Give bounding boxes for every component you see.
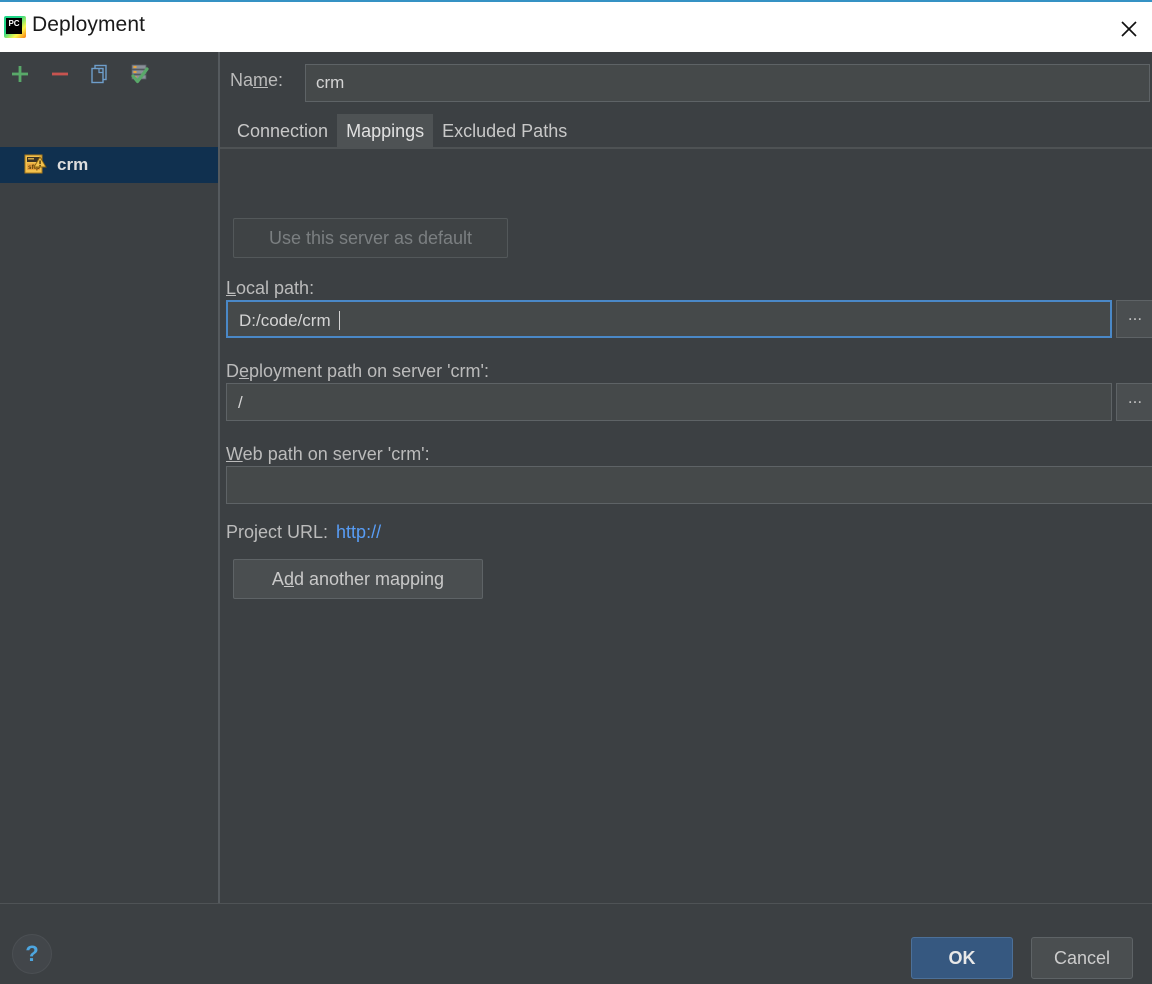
project-url-label: Project URL: — [226, 522, 329, 542]
use-this-server-as-default-button[interactable]: Use this server as default — [233, 218, 508, 258]
local-path-value: D:/code/crm — [239, 311, 331, 330]
close-icon[interactable] — [1106, 4, 1152, 54]
sftp-server-icon: sftp — [24, 154, 48, 176]
deployment-path-browse-button[interactable]: ... — [1116, 383, 1152, 421]
set-default-server-button[interactable] — [120, 56, 160, 92]
server-list: sftp crm — [0, 147, 218, 183]
server-settings-panel: Name: Connection Mappings Excluded Paths… — [220, 52, 1152, 903]
tab-excluded-paths[interactable]: Excluded Paths — [433, 114, 577, 147]
web-path-input[interactable] — [226, 466, 1152, 504]
name-input[interactable] — [305, 64, 1150, 102]
copy-server-button[interactable] — [80, 56, 120, 92]
name-row: Name: — [220, 64, 1152, 102]
local-path-browse-button[interactable]: ... — [1116, 300, 1152, 338]
title-bar: PC Deployment — [0, 0, 1152, 52]
dialog-body: sftp crm Name: Connection M — [0, 52, 1152, 903]
local-path-input[interactable]: D:/code/crm — [226, 300, 1112, 338]
settings-tabs: Connection Mappings Excluded Paths — [228, 114, 577, 147]
plus-icon — [12, 65, 28, 82]
add-another-mapping-button[interactable]: Add another mapping — [233, 559, 483, 599]
server-sidebar: sftp crm — [0, 52, 218, 903]
web-path-label: Web path on server 'crm': — [226, 444, 430, 464]
project-url-row: Project URL: http:// — [226, 522, 381, 543]
server-list-item-label: crm — [57, 155, 89, 174]
deployment-path-input[interactable]: / — [226, 383, 1112, 421]
help-button[interactable]: ? — [12, 934, 52, 974]
deployment-dialog: PC Deployment sftp crm Name: crm Connect… — [0, 0, 1152, 984]
add-server-button[interactable] — [0, 56, 40, 92]
local-path-label: Local path: — [226, 278, 315, 298]
tab-mappings[interactable]: Mappings — [337, 114, 434, 147]
minus-icon — [52, 72, 68, 75]
sidebar-toolbar — [0, 52, 218, 95]
name-label: Name: — [230, 70, 284, 90]
tab-connection[interactable]: Connection — [228, 114, 338, 147]
copy-icon — [91, 64, 107, 83]
text-caret — [339, 311, 340, 330]
dialog-footer: ? OK Cancel — [0, 904, 1152, 984]
cancel-button[interactable]: Cancel — [1031, 937, 1133, 979]
server-check-icon — [131, 64, 149, 83]
remove-server-button[interactable] — [40, 56, 80, 92]
ok-button[interactable]: OK — [911, 937, 1013, 979]
pycharm-icon: PC — [4, 16, 26, 38]
window-title: Deployment — [32, 13, 146, 36]
mappings-tab-content: Use this server as default Local path: D… — [220, 149, 1152, 903]
server-list-item-crm[interactable]: sftp crm — [0, 147, 218, 183]
project-url-link[interactable]: http:// — [336, 522, 381, 543]
deployment-path-value: / — [238, 393, 243, 412]
deployment-path-label: Deployment path on server 'crm': — [226, 361, 489, 381]
